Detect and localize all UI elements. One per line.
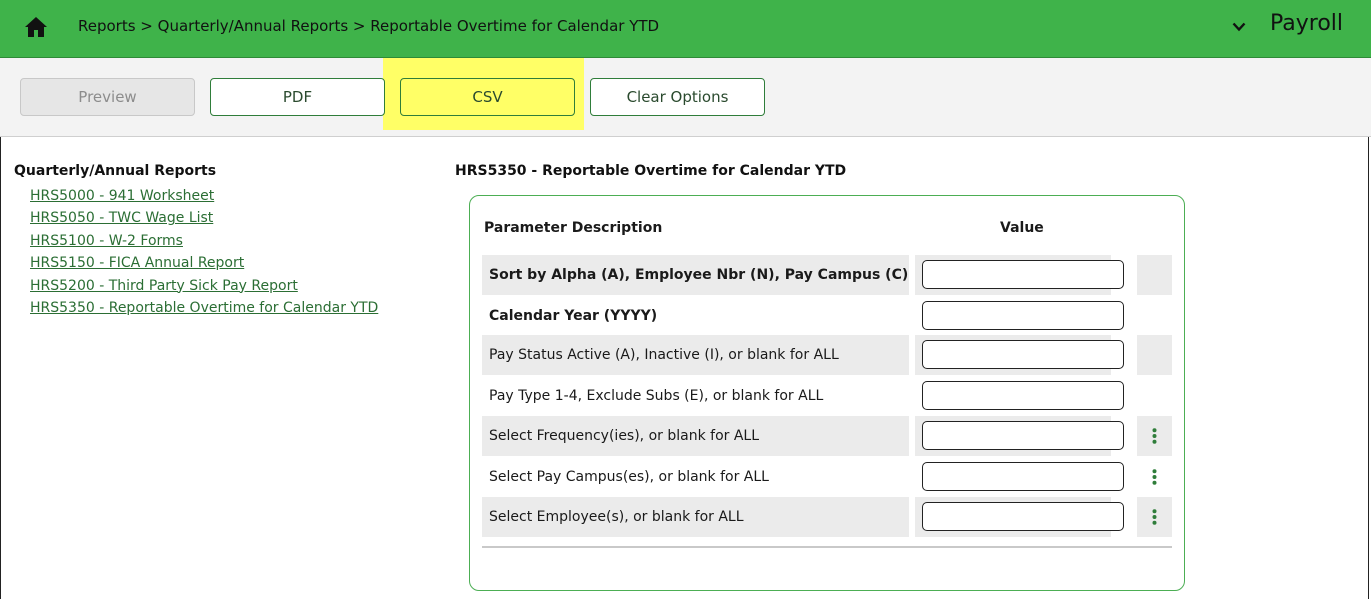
report-title: HRS5350 - Reportable Overtime for Calend…: [455, 163, 847, 179]
param-action-cell: [1137, 376, 1172, 416]
param-row-pay-campus: Select Pay Campus(es), or blank for ALL: [482, 457, 1172, 497]
param-row-pay-status: Pay Status Active (A), Inactive (I), or …: [482, 335, 1172, 375]
sidebar-links: HRS5000 - 941 Worksheet HRS5050 - TWC Wa…: [30, 185, 378, 319]
frequency-lookup-button[interactable]: [1137, 416, 1172, 456]
sidebar-link-hrs5050[interactable]: HRS5050 - TWC Wage List: [30, 207, 378, 229]
param-label: Calendar Year (YYYY): [489, 308, 658, 324]
frequency-input[interactable]: [922, 421, 1124, 450]
column-header-description: Parameter Description: [484, 220, 663, 236]
pay-status-input[interactable]: [922, 340, 1124, 369]
preview-button[interactable]: Preview: [20, 78, 195, 116]
param-label: Select Pay Campus(es), or blank for ALL: [489, 469, 769, 485]
employee-input[interactable]: [922, 502, 1124, 531]
param-row-pay-type: Pay Type 1-4, Exclude Subs (E), or blank…: [482, 376, 1172, 416]
sidebar-title: Quarterly/Annual Reports: [14, 163, 217, 179]
param-action-cell: [1137, 296, 1172, 336]
calendar-year-input[interactable]: [922, 301, 1124, 330]
param-value-cell: [915, 497, 1124, 537]
home-icon[interactable]: [24, 16, 48, 38]
more-vertical-icon: [1152, 469, 1157, 485]
param-label: Select Employee(s), or blank for ALL: [482, 497, 909, 537]
table-bottom-divider: [482, 546, 1172, 548]
sidebar-link-hrs5150[interactable]: HRS5150 - FICA Annual Report: [30, 252, 378, 274]
param-label: Sort by Alpha (A), Employee Nbr (N), Pay…: [482, 255, 909, 295]
param-value-cell: [915, 376, 1124, 416]
pay-type-input[interactable]: [922, 381, 1124, 410]
column-header-value: Value: [1000, 220, 1044, 236]
sidebar-link-hrs5200[interactable]: HRS5200 - Third Party Sick Pay Report: [30, 275, 378, 297]
param-row-employee: Select Employee(s), or blank for ALL: [482, 497, 1172, 537]
param-action-cell: [1137, 255, 1172, 295]
sidebar-link-hrs5100[interactable]: HRS5100 - W-2 Forms: [30, 230, 378, 252]
csv-button[interactable]: CSV: [400, 78, 575, 116]
breadcrumb: Reports > Quarterly/Annual Reports > Rep…: [78, 17, 660, 35]
param-row-frequency: Select Frequency(ies), or blank for ALL: [482, 416, 1172, 456]
param-value-cell: [915, 335, 1124, 375]
param-row-sort: Sort by Alpha (A), Employee Nbr (N), Pay…: [482, 255, 1172, 295]
sidebar-link-hrs5000[interactable]: HRS5000 - 941 Worksheet: [30, 185, 378, 207]
param-label: Pay Type 1-4, Exclude Subs (E), or blank…: [489, 388, 824, 404]
param-value-cell: [915, 296, 1124, 336]
param-row-calendar-year: Calendar Year (YYYY): [482, 296, 1172, 336]
param-label: Select Frequency(ies), or blank for ALL: [482, 416, 909, 456]
top-bar: Reports > Quarterly/Annual Reports > Rep…: [0, 0, 1371, 58]
chevron-down-icon[interactable]: [1232, 22, 1246, 32]
employee-lookup-button[interactable]: [1137, 497, 1172, 537]
pay-campus-input[interactable]: [922, 462, 1124, 491]
more-vertical-icon: [1152, 428, 1157, 444]
param-action-cell: [1137, 335, 1172, 375]
pay-campus-lookup-button[interactable]: [1137, 457, 1172, 497]
pdf-button[interactable]: PDF: [210, 78, 385, 116]
clear-options-button[interactable]: Clear Options: [590, 78, 765, 116]
param-value-cell: [915, 457, 1124, 497]
sidebar-link-hrs5350[interactable]: HRS5350 - Reportable Overtime for Calend…: [30, 297, 378, 319]
app-name[interactable]: Payroll: [1270, 11, 1343, 36]
more-vertical-icon: [1152, 509, 1157, 525]
param-value-cell: [915, 416, 1124, 456]
sort-option-input[interactable]: [922, 260, 1124, 289]
param-value-cell: [915, 255, 1124, 295]
param-label: Pay Status Active (A), Inactive (I), or …: [482, 335, 909, 375]
